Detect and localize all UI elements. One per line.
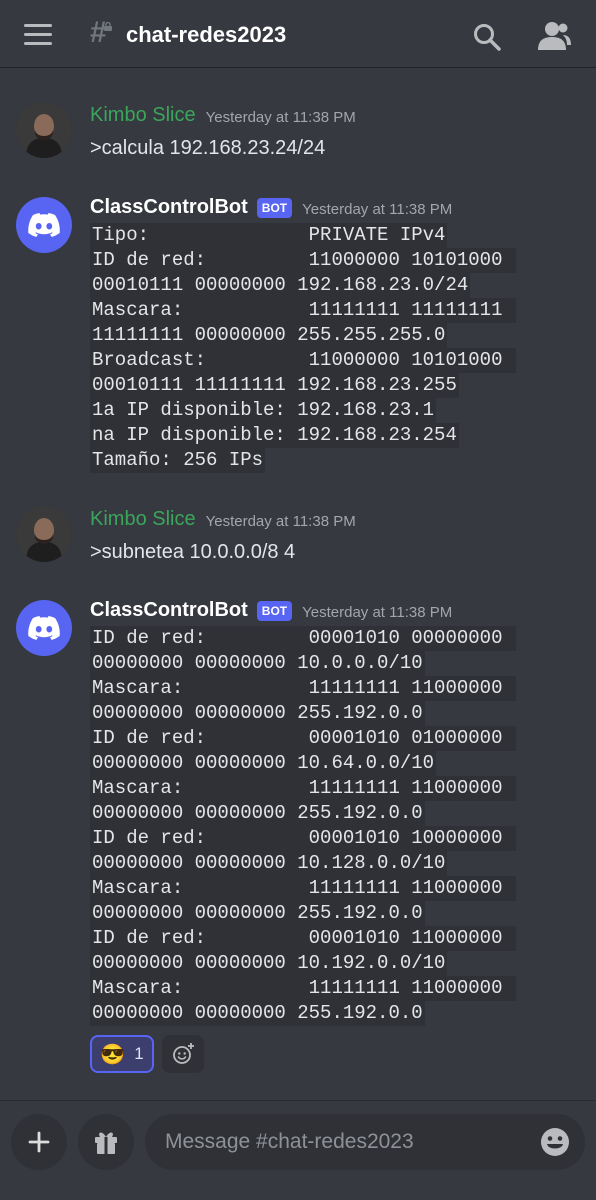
bot-avatar[interactable] xyxy=(16,197,72,253)
code-line: 00000000 00000000 10.192.0.0/10 xyxy=(90,951,448,976)
user-avatar[interactable] xyxy=(16,102,72,158)
plus-icon xyxy=(28,1131,50,1153)
members-icon[interactable] xyxy=(536,20,572,52)
code-line: ID de red: 00001010 11000000 xyxy=(90,926,516,951)
channel-header: # chat-redes2023 xyxy=(0,0,596,68)
author-name[interactable]: ClassControlBot xyxy=(90,196,248,219)
code-line: 00000000 00000000 10.128.0.0/10 xyxy=(90,851,448,876)
code-line: Mascara: 11111111 11000000 xyxy=(90,776,516,801)
message-timestamp: Yesterday at 11:38 PM xyxy=(302,603,453,621)
code-line: Tamaño: 256 IPs xyxy=(90,448,266,473)
discord-logo-icon xyxy=(28,616,60,640)
message-text: >subnetea 10.0.0.0/8 4 xyxy=(90,541,296,563)
reaction-button[interactable]: 😎 1 xyxy=(90,1035,154,1073)
discord-logo-icon xyxy=(28,213,60,237)
user-avatar[interactable] xyxy=(16,506,72,562)
emoji-icon[interactable] xyxy=(539,1126,571,1158)
code-line: 11111111 00000000 255.255.255.0 xyxy=(90,323,448,348)
code-line: Broadcast: 11000000 10101000 xyxy=(90,348,516,373)
composer-bar: Message #chat-redes2023 xyxy=(0,1100,596,1200)
code-block: ID de red: 00001010 00000000 00000000 00… xyxy=(90,626,516,1026)
message-input-placeholder: Message #chat-redes2023 xyxy=(165,1130,414,1153)
gift-icon xyxy=(95,1132,117,1154)
code-block: Tipo: PRIVATE IPv4 ID de red: 11000000 1… xyxy=(90,223,516,473)
message-timestamp: Yesterday at 11:38 PM xyxy=(302,200,453,218)
add-reaction-icon xyxy=(173,1043,194,1064)
sunglasses-emoji-icon: 😎 xyxy=(100,1043,126,1066)
message-timestamp: Yesterday at 11:38 PM xyxy=(205,108,356,126)
code-line: ID de red: 00001010 01000000 xyxy=(90,726,516,751)
author-name[interactable]: Kimbo Slice xyxy=(90,508,196,531)
message-input[interactable]: Message #chat-redes2023 xyxy=(145,1114,585,1170)
code-line: 00010111 11111111 192.168.23.255 xyxy=(90,373,459,398)
message-header: ClassControlBot BOT Yesterday at 11:38 P… xyxy=(90,599,452,622)
code-line: ID de red: 11000000 10101000 xyxy=(90,248,516,273)
add-attachment-button[interactable] xyxy=(11,1114,67,1170)
code-line: ID de red: 00001010 10000000 xyxy=(90,826,516,851)
message-header: Kimbo Slice Yesterday at 11:38 PM xyxy=(90,104,356,127)
code-line: 00000000 00000000 255.192.0.0 xyxy=(90,1001,425,1026)
message-text: >calcula 192.168.23.24/24 xyxy=(90,137,326,159)
author-name[interactable]: ClassControlBot xyxy=(90,599,248,622)
message-header: ClassControlBot BOT Yesterday at 11:38 P… xyxy=(90,196,452,219)
code-line: 00000000 00000000 255.192.0.0 xyxy=(90,701,425,726)
channel-name[interactable]: chat-redes2023 xyxy=(126,22,286,48)
bot-badge: BOT xyxy=(256,197,293,218)
gift-button[interactable] xyxy=(78,1114,134,1170)
code-line: 1a IP disponible: 192.168.23.1 xyxy=(90,398,437,423)
code-line: 00000000 00000000 10.0.0.0/10 xyxy=(90,651,425,676)
bot-avatar[interactable] xyxy=(16,600,72,656)
code-line: Mascara: 11111111 11111111 xyxy=(90,298,516,323)
code-line: 00000000 00000000 10.64.0.0/10 xyxy=(90,751,437,776)
message-header: Kimbo Slice Yesterday at 11:38 PM xyxy=(90,508,356,531)
reaction-count: 1 xyxy=(134,1044,144,1063)
code-line: 00000000 00000000 255.192.0.0 xyxy=(90,801,425,826)
message-timestamp: Yesterday at 11:38 PM xyxy=(205,512,356,530)
author-name[interactable]: Kimbo Slice xyxy=(90,104,196,127)
bot-badge: BOT xyxy=(256,600,293,621)
code-line: Mascara: 11111111 11000000 xyxy=(90,876,516,901)
code-line: Mascara: 11111111 11000000 xyxy=(90,676,516,701)
hamburger-icon[interactable] xyxy=(24,24,54,46)
lock-icon xyxy=(104,22,112,31)
code-line: Mascara: 11111111 11000000 xyxy=(90,976,516,1001)
search-icon[interactable] xyxy=(472,22,502,52)
add-reaction-button[interactable] xyxy=(162,1035,204,1073)
code-line: 00010111 00000000 192.168.23.0/24 xyxy=(90,273,471,298)
code-line: ID de red: 00001010 00000000 xyxy=(90,626,516,651)
code-line: na IP disponible: 192.168.23.254 xyxy=(90,423,459,448)
code-line: 00000000 00000000 255.192.0.0 xyxy=(90,901,425,926)
code-line: Tipo: PRIVATE IPv4 xyxy=(90,223,448,248)
